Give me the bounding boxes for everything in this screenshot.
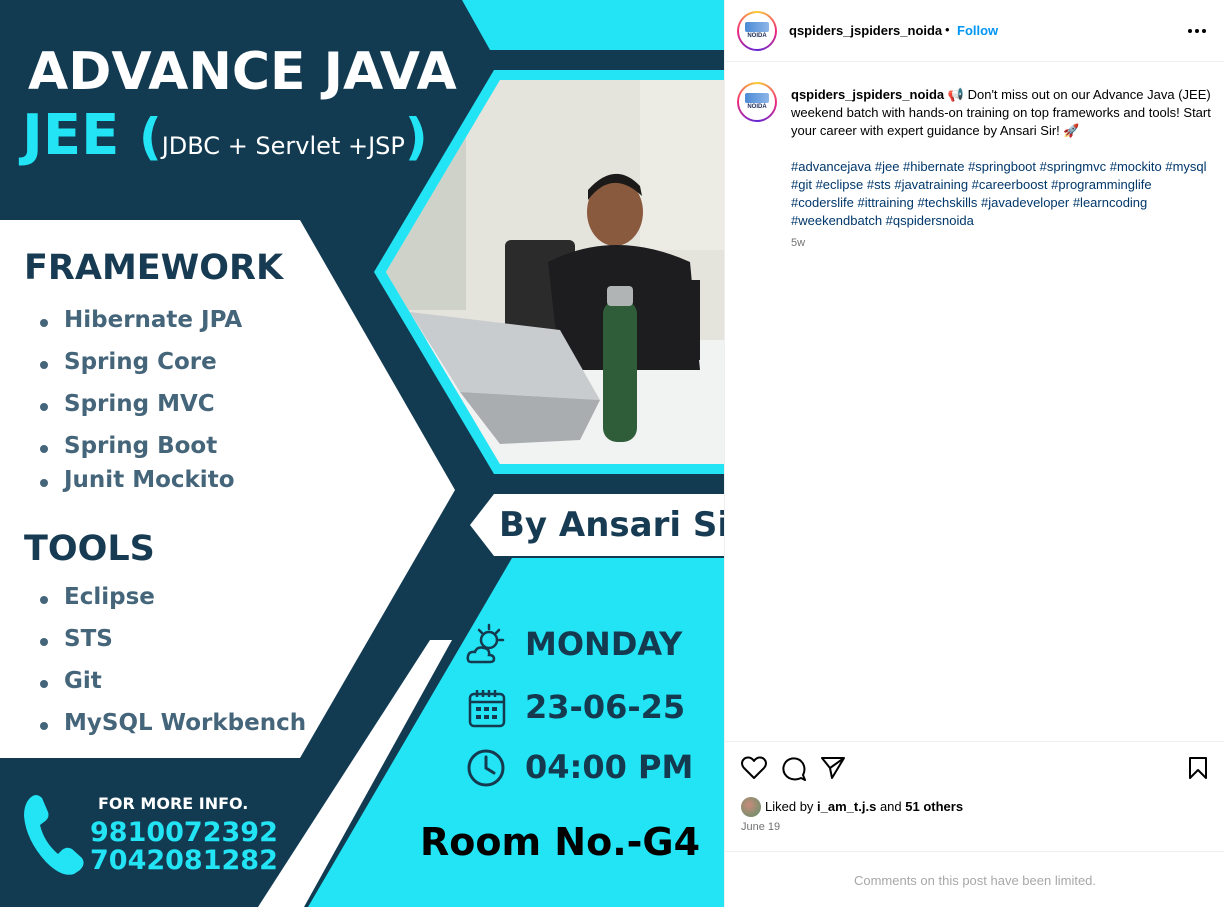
room-number: Room No.-G4 (420, 820, 701, 864)
course-subtitle: JEE (JDBC + Servlet +JSP) (22, 103, 428, 168)
list-item: Spring Boot (40, 433, 242, 467)
list-item: STS (40, 626, 306, 668)
schedule-day: MONDAY (525, 625, 683, 663)
liker-avatar[interactable] (741, 797, 761, 817)
brand-logo-icon (745, 93, 769, 103)
list-item: Spring Core (40, 349, 242, 391)
post-actions: Liked by i_am_t.j.s and 51 others June 1… (725, 741, 1224, 851)
schedule-time: 04:00 PM (525, 748, 694, 786)
share-icon[interactable] (820, 756, 846, 780)
list-item: Junit Mockito (40, 467, 242, 509)
liked-by-and: and (879, 799, 902, 814)
phone-number-1: 9810072392 (90, 817, 278, 848)
clock-icon (467, 749, 505, 787)
liked-by-label: Liked by (765, 799, 814, 814)
post-sidebar: NOIDA qspiders_jspiders_noida • Follow N… (724, 0, 1224, 907)
account-username[interactable]: qspiders_jspiders_noida (789, 23, 942, 38)
avatar-label: NOIDA (747, 104, 767, 110)
more-info-label: FOR MORE INFO. (98, 794, 249, 813)
post-date: June 19 (741, 821, 781, 833)
likes-summary: Liked by i_am_t.j.s and 51 others (765, 799, 963, 814)
course-topics: JDBC + Servlet +JSP (161, 132, 405, 160)
brand-logo-icon (745, 22, 769, 32)
calendar-icon (468, 690, 506, 728)
account-avatar[interactable]: NOIDA (737, 11, 777, 51)
comment-icon[interactable] (781, 756, 807, 782)
course-title: ADVANCE JAVA (28, 42, 457, 102)
weather-day-icon (466, 623, 505, 664)
list-item: MySQL Workbench (40, 710, 306, 752)
framework-list: Hibernate JPA Spring Core Spring MVC Spr… (40, 307, 242, 509)
liked-by-others[interactable]: 51 others (905, 799, 963, 814)
post-header: NOIDA qspiders_jspiders_noida • Follow (725, 0, 1224, 62)
like-heart-icon[interactable] (741, 756, 767, 780)
more-options-icon[interactable] (1187, 28, 1207, 34)
schedule-date: 23-06-25 (525, 688, 686, 726)
framework-heading: FRAMEWORK (24, 248, 284, 288)
list-item: Spring MVC (40, 391, 242, 433)
tools-list: Eclipse STS Git MySQL Workbench (40, 584, 306, 752)
phone-icon (24, 795, 84, 875)
follow-button[interactable]: Follow (957, 23, 998, 38)
paren-open: ( (138, 108, 162, 166)
trainer-name: By Ansari Sir (499, 505, 724, 545)
list-item: Hibernate JPA (40, 307, 242, 349)
caption-time: 5w (791, 237, 806, 249)
comments-limited-notice: Comments on this post have been limited. (725, 851, 1224, 907)
post-image[interactable]: ADVANCE JAVA JEE (JDBC + Servlet +JSP) F… (0, 0, 724, 907)
liked-by-user[interactable]: i_am_t.j.s (817, 799, 876, 814)
hashtag-list[interactable]: #advancejava #jee #hibernate #springboot… (791, 158, 1217, 230)
tools-heading: TOOLS (24, 529, 155, 569)
caption-username[interactable]: qspiders_jspiders_noida (791, 87, 944, 102)
list-item: Git (40, 668, 306, 710)
separator-dot: • (945, 22, 950, 37)
phone-number-2: 7042081282 (90, 845, 278, 876)
jee-label: JEE (22, 103, 120, 168)
paren-close: ) (404, 108, 428, 166)
avatar-label: NOIDA (747, 33, 767, 39)
save-bookmark-icon[interactable] (1188, 756, 1208, 780)
caption-avatar[interactable]: NOIDA (737, 82, 777, 122)
list-item: Eclipse (40, 584, 306, 626)
post-caption: qspiders_jspiders_noida 📢 Don't miss out… (791, 86, 1215, 140)
